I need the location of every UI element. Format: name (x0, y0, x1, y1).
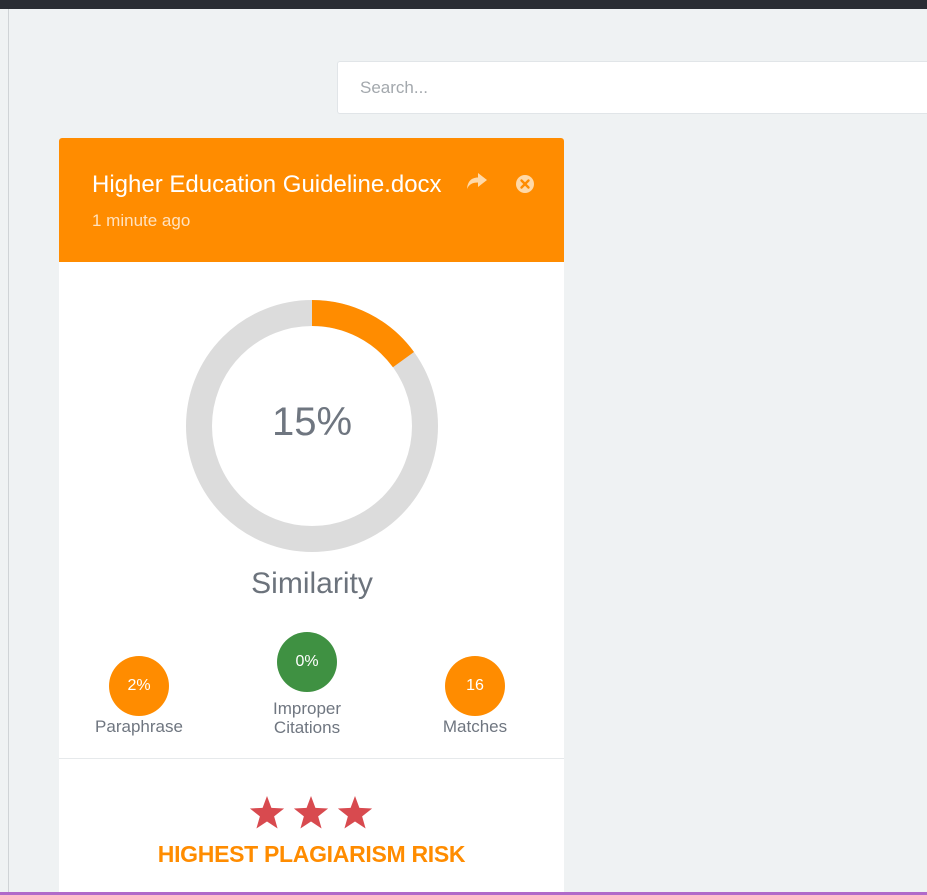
paraphrase-value: 2% (127, 677, 151, 694)
paraphrase-badge[interactable]: 2% (109, 656, 169, 716)
document-report-card: Higher Education Guideline.docx 1 minute… (59, 138, 564, 895)
star-icon (337, 796, 373, 829)
share-button[interactable] (465, 170, 489, 192)
close-circle-icon (516, 175, 534, 193)
matches-label: Matches (442, 717, 508, 736)
document-timestamp: 1 minute ago (92, 211, 191, 230)
improper-citations-badge[interactable]: 0% (277, 632, 337, 692)
close-button[interactable] (515, 174, 535, 194)
card-header: Higher Education Guideline.docx 1 minute… (59, 138, 564, 262)
search-input[interactable] (337, 61, 927, 114)
matches-badge[interactable]: 16 (445, 656, 505, 716)
similarity-label: Similarity (251, 567, 373, 600)
plagiarism-risk-label: HIGHEST PLAGIARISM RISK (157, 841, 466, 867)
similarity-percent: 15% (271, 400, 353, 444)
paraphrase-label: Paraphrase (95, 717, 183, 736)
share-icon (467, 173, 487, 189)
improper-citations-label: Improper Citations (272, 699, 342, 737)
window-top-bar (0, 0, 927, 9)
star-icon (249, 796, 285, 829)
document-title[interactable]: Higher Education Guideline.docx (92, 171, 442, 199)
improper-citations-value: 0% (295, 653, 319, 670)
left-edge (0, 9, 9, 895)
card-divider (59, 758, 564, 759)
risk-stars (249, 796, 373, 829)
matches-value: 16 (466, 677, 484, 694)
star-icon (293, 796, 329, 829)
